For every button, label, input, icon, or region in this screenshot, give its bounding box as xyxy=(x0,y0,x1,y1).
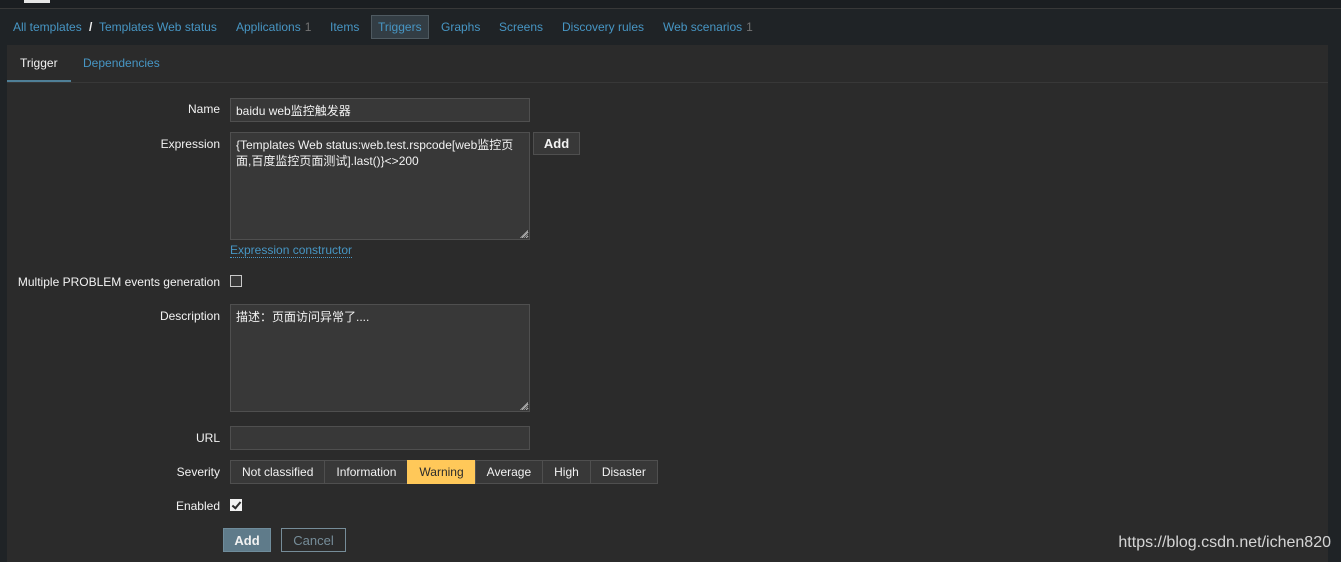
nav-triggers[interactable]: Triggers xyxy=(371,15,429,39)
nav-screens[interactable]: Screens xyxy=(499,16,543,38)
header-strip xyxy=(0,0,1341,9)
nav-graphs[interactable]: Graphs xyxy=(441,16,480,38)
tab-trigger[interactable]: Trigger xyxy=(7,45,71,82)
nav-applications[interactable]: Applications 1 xyxy=(236,16,311,38)
url-input[interactable] xyxy=(230,426,530,450)
nav-discovery-rules[interactable]: Discovery rules xyxy=(562,16,644,38)
breadcrumb-all-templates[interactable]: All templates xyxy=(13,16,82,38)
severity-average[interactable]: Average xyxy=(474,460,544,484)
nav-applications-label: Applications xyxy=(236,20,301,34)
breadcrumb-template-name[interactable]: Templates Web status xyxy=(99,16,217,38)
enabled-checkbox[interactable] xyxy=(230,499,242,511)
page-title-fragment xyxy=(24,0,50,3)
enabled-label: Enabled xyxy=(175,499,220,513)
severity-disaster[interactable]: Disaster xyxy=(589,460,658,484)
severity-label: Severity xyxy=(176,465,220,479)
nav-applications-count: 1 xyxy=(304,20,312,34)
severity-warning[interactable]: Warning xyxy=(407,460,476,484)
expression-constructor-link[interactable]: Expression constructor xyxy=(230,243,353,258)
name-input[interactable] xyxy=(230,98,530,122)
nav-web-scenarios[interactable]: Web scenarios 1 xyxy=(663,16,753,38)
nav-items[interactable]: Items xyxy=(330,16,359,38)
nav-web-scenarios-label: Web scenarios xyxy=(663,20,743,34)
description-label: Description xyxy=(159,309,220,323)
severity-information[interactable]: Information xyxy=(324,460,409,484)
multiple-problem-label: Multiple PROBLEM events generation xyxy=(17,275,220,289)
multiple-problem-checkbox[interactable] xyxy=(230,275,242,287)
form-tabs: Trigger Dependencies xyxy=(7,45,1328,83)
breadcrumb-separator: / xyxy=(89,20,93,34)
severity-selector: Not classified Information Warning Avera… xyxy=(230,460,658,484)
cancel-button[interactable]: Cancel xyxy=(281,528,346,552)
expression-add-button[interactable]: Add xyxy=(533,132,580,155)
description-textarea[interactable]: 描述：页面访问异常了.... xyxy=(230,304,530,412)
watermark-text: https://blog.csdn.net/ichen820 xyxy=(1118,534,1331,551)
tab-dependencies[interactable]: Dependencies xyxy=(70,45,173,80)
trigger-form-panel: Trigger Dependencies Name Expression {Te… xyxy=(7,45,1328,562)
expression-label: Expression xyxy=(160,137,220,151)
url-label: URL xyxy=(195,431,220,445)
add-button[interactable]: Add xyxy=(223,528,271,552)
name-label: Name xyxy=(187,102,220,116)
breadcrumb: All templates / Templates Web status App… xyxy=(0,9,1341,45)
expression-textarea[interactable]: {Templates Web status:web.test.rspcode[w… xyxy=(230,132,530,240)
severity-high[interactable]: High xyxy=(542,460,591,484)
nav-web-scenarios-count: 1 xyxy=(746,20,753,34)
severity-not-classified[interactable]: Not classified xyxy=(230,460,326,484)
